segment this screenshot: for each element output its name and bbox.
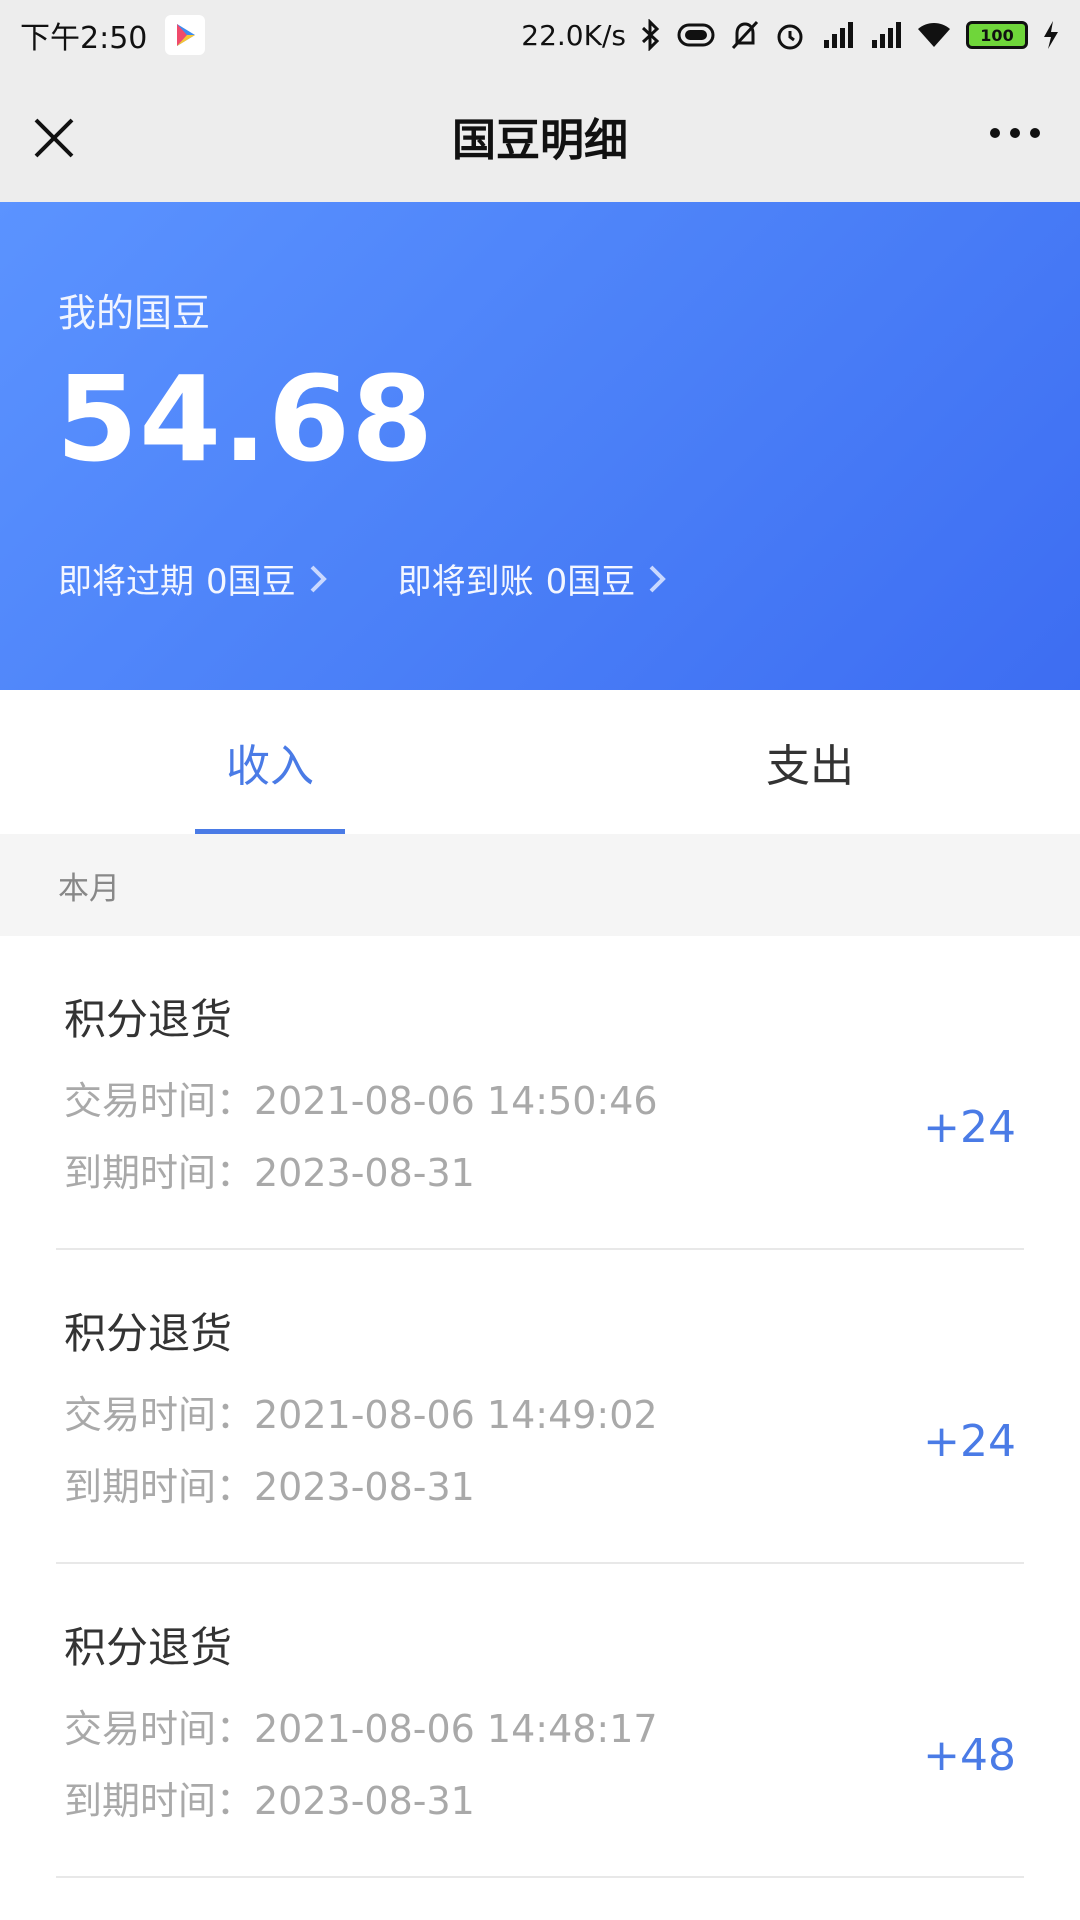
arriving-label: 即将到账 (397, 562, 534, 602)
record-title: 积分退货 (64, 1623, 233, 1672)
balance-card: 我的国豆 54.68 即将过期 0国豆 即将到账 0国豆 (0, 202, 1080, 690)
record-expire-time: 到期时间：2023-08-31 (64, 1779, 475, 1823)
page-title: 国豆明细 (452, 115, 628, 166)
record-title: 积分退货 (64, 1309, 233, 1358)
expiring-value: 0国豆 (206, 562, 296, 602)
charging-icon (1042, 18, 1060, 52)
expiring-label: 即将过期 (58, 562, 194, 602)
expiring-link[interactable]: 即将过期 0国豆 (58, 554, 328, 603)
status-bar: 下午2:50 22.0K/s 100 (0, 0, 1080, 70)
arriving-link[interactable]: 即将到账 0国豆 (398, 554, 668, 603)
more-options-icon[interactable] (990, 128, 1040, 138)
record-trade-time: 交易时间：2021-08-06 14:50:46 (64, 1079, 658, 1123)
mute-bell-icon (730, 18, 760, 52)
record-trade-time: 交易时间：2021-08-06 14:49:02 (64, 1393, 658, 1437)
arriving-value: 0国豆 (545, 562, 636, 602)
tab-bar: 收入 支出 (0, 690, 1080, 834)
hd-signal-icon (820, 18, 854, 52)
list-item[interactable]: 积分退货 交易时间：2021-08-06 14:48:17 到期时间：2023-… (56, 1564, 1024, 1878)
network-speed: 22.0K/s (521, 18, 626, 52)
record-expire-time: 到期时间：2023-08-31 (64, 1151, 475, 1195)
record-amount: +48 (923, 1730, 1016, 1781)
status-time: 下午2:50 (20, 21, 148, 56)
tab-income[interactable]: 收入 (0, 690, 540, 834)
record-expire-time: 到期时间：2023-08-31 (64, 1465, 475, 1509)
records-list: 积分退货 交易时间：2021-08-06 14:50:46 到期时间：2023-… (0, 936, 1080, 1878)
balance-label: 我的国豆 (58, 291, 211, 335)
list-item[interactable]: 积分退货 交易时间：2021-08-06 14:49:02 到期时间：2023-… (56, 1250, 1024, 1564)
record-amount: +24 (923, 1416, 1016, 1467)
balance-amount: 54.68 (56, 350, 435, 488)
wifi-icon (916, 18, 952, 52)
list-item[interactable]: 积分退货 交易时间：2021-08-06 14:50:46 到期时间：2023-… (56, 936, 1024, 1250)
vibrate-icon (676, 18, 716, 52)
nav-bar: 国豆明细 (0, 70, 1080, 202)
record-amount: +24 (923, 1102, 1016, 1153)
bluetooth-icon (640, 18, 662, 52)
close-icon[interactable] (32, 116, 76, 160)
chevron-right-icon (649, 565, 667, 592)
play-store-icon (165, 15, 206, 55)
month-section-header: 本月 (0, 834, 1080, 936)
tab-expense[interactable]: 支出 (540, 690, 1080, 834)
signal-icon (868, 18, 902, 52)
alarm-icon (774, 18, 806, 52)
record-title: 积分退货 (64, 995, 233, 1044)
record-trade-time: 交易时间：2021-08-06 14:48:17 (64, 1707, 658, 1751)
chevron-right-icon (310, 565, 327, 592)
battery-icon: 100 (966, 21, 1028, 49)
